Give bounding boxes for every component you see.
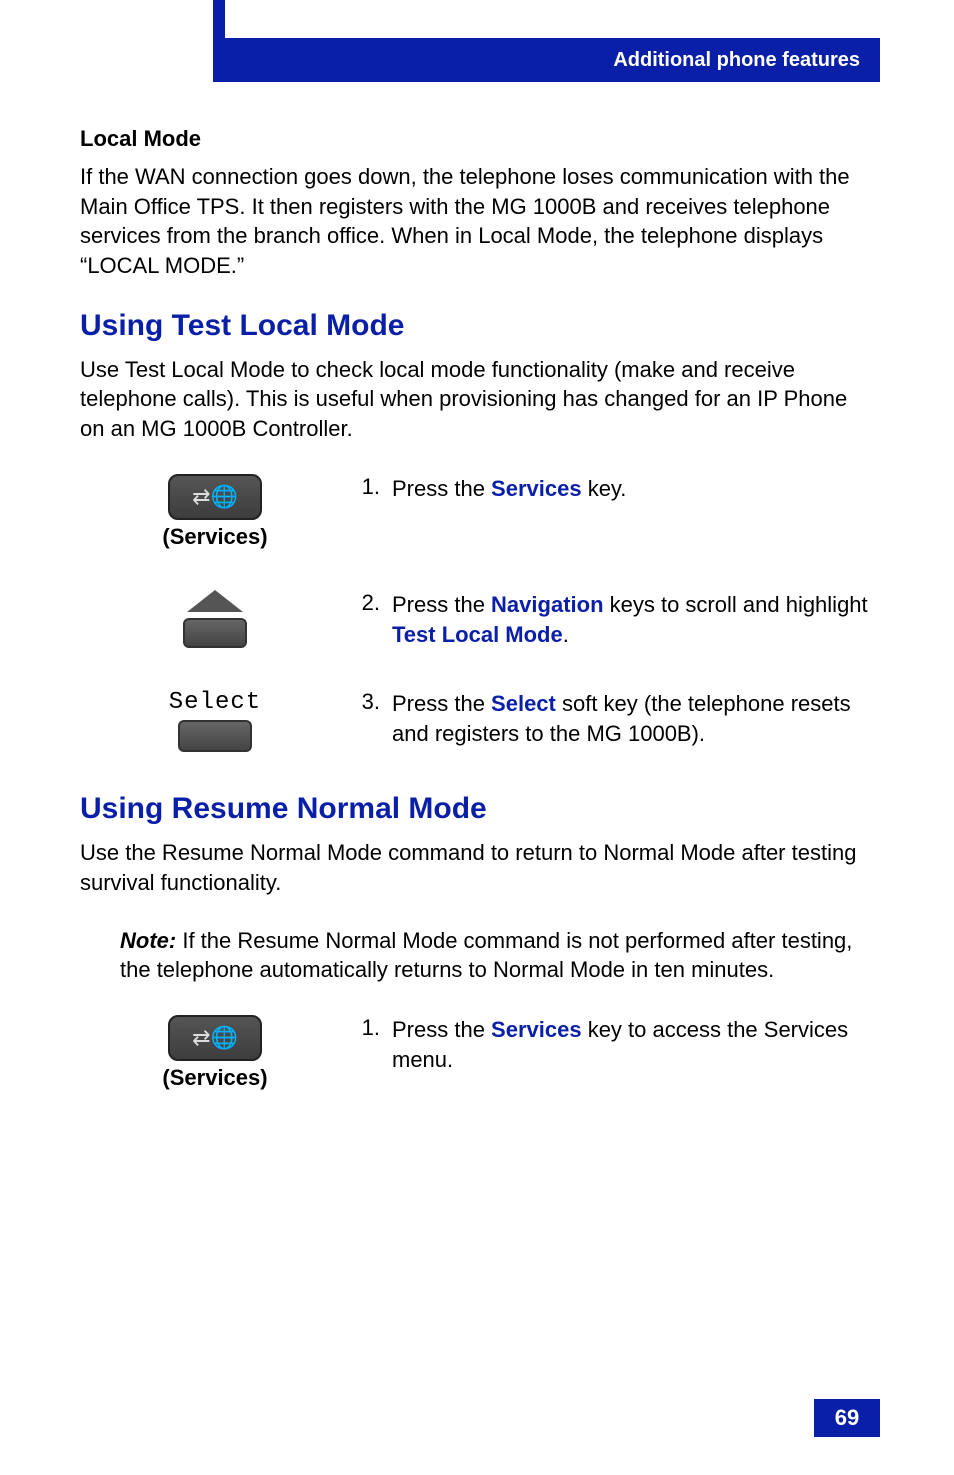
header-bar: Additional phone features: [225, 38, 880, 82]
step2-post2: .: [563, 622, 569, 647]
step1-post: key.: [582, 476, 627, 501]
step-row: ⇄🌐 (Services) 1. Press the Services key.: [80, 474, 875, 550]
content-area: Local Mode If the WAN connection goes do…: [80, 118, 875, 1131]
globe-arrow-icon: ⇄🌐: [192, 484, 238, 510]
header-accent-bar: [213, 0, 225, 38]
select-label: Select: [169, 689, 261, 716]
header-title: Additional phone features: [613, 49, 860, 72]
local-mode-heading: Local Mode: [80, 126, 875, 152]
note-label: Note:: [120, 928, 176, 953]
step-number: 2.: [350, 590, 392, 616]
section-using-test-local-mode: Using Test Local Mode: [80, 309, 875, 343]
page-number: 69: [814, 1399, 880, 1437]
step-number: 1.: [350, 474, 392, 500]
page: Additional phone features Local Mode If …: [0, 0, 954, 1475]
globe-arrow-icon: ⇄🌐: [192, 1025, 238, 1051]
softkey-button-icon: [178, 720, 252, 752]
step2-mid: keys to scroll and highlight: [604, 592, 868, 617]
nav-up-icon: [187, 590, 243, 612]
step-text: Press the Services key.: [392, 474, 875, 504]
keyword-services: Services: [491, 1017, 582, 1042]
step-text: Press the Select soft key (the telephone…: [392, 689, 875, 748]
services-key-icon: ⇄🌐: [168, 474, 262, 520]
select-softkey-group: Select: [169, 689, 261, 752]
step-icon-col: ⇄🌐 (Services): [80, 1015, 350, 1091]
step-row: 2. Press the Navigation keys to scroll a…: [80, 590, 875, 649]
note-block: Note: If the Resume Normal Mode command …: [120, 926, 860, 985]
step2-pre: Press the: [392, 592, 491, 617]
step-icon-col: ⇄🌐 (Services): [80, 474, 350, 550]
section1-intro: Use Test Local Mode to check local mode …: [80, 355, 875, 444]
step-text: Press the Services key to access the Ser…: [392, 1015, 875, 1074]
step3-pre: Press the: [392, 691, 491, 716]
section2-intro: Use the Resume Normal Mode command to re…: [80, 838, 875, 897]
keyword-services: Services: [491, 476, 582, 501]
keyword-select: Select: [491, 691, 556, 716]
local-mode-paragraph: If the WAN connection goes down, the tel…: [80, 162, 875, 281]
header-accent-fill: [213, 38, 225, 82]
step1-pre: Press the: [392, 476, 491, 501]
nav-down-button-icon: [183, 618, 247, 648]
step-text: Press the Navigation keys to scroll and …: [392, 590, 875, 649]
services-key-caption: (Services): [162, 1065, 267, 1091]
s2-step1-pre: Press the: [392, 1017, 491, 1042]
step-number: 3.: [350, 689, 392, 715]
services-key-icon: ⇄🌐: [168, 1015, 262, 1061]
section-using-resume-normal-mode: Using Resume Normal Mode: [80, 792, 875, 826]
keyword-test-local-mode: Test Local Mode: [392, 622, 563, 647]
step-row: Select 3. Press the Select soft key (the…: [80, 689, 875, 752]
note-text: If the Resume Normal Mode command is not…: [120, 928, 852, 983]
services-key-caption: (Services): [162, 524, 267, 550]
step-icon-col: [80, 590, 350, 648]
navigation-keys-icon: [183, 590, 247, 648]
step-icon-col: Select: [80, 689, 350, 752]
keyword-navigation: Navigation: [491, 592, 603, 617]
step-number: 1.: [350, 1015, 392, 1041]
step-row: ⇄🌐 (Services) 1. Press the Services key …: [80, 1015, 875, 1091]
